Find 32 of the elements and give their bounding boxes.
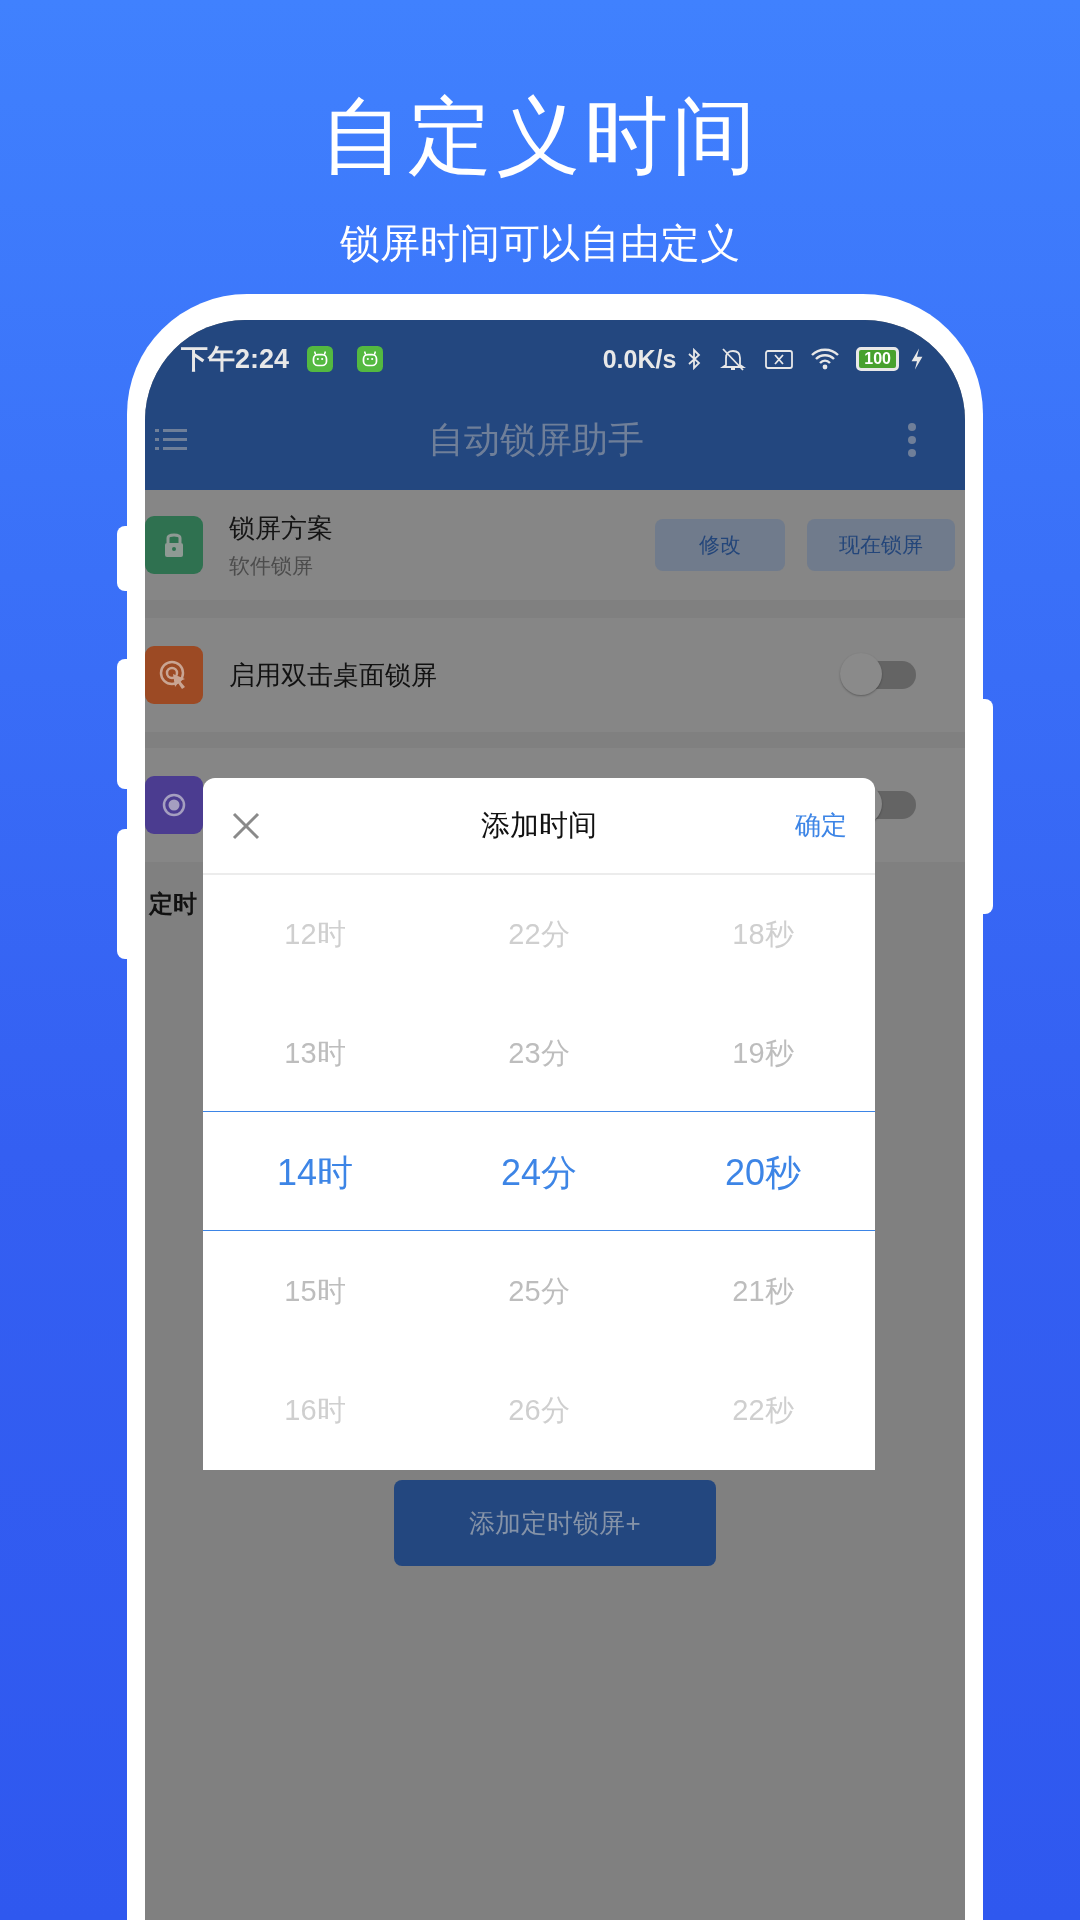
picker-option[interactable]: 14时 <box>276 1113 353 1232</box>
picker-option[interactable]: 21秒 <box>732 1232 794 1351</box>
close-icon[interactable] <box>231 810 261 841</box>
picker-option[interactable]: 23分 <box>508 994 570 1113</box>
picker-option[interactable]: 13时 <box>284 994 346 1113</box>
charging-bolt-icon <box>909 346 925 372</box>
status-time: 下午2:24 <box>181 343 290 376</box>
app-title: 自动锁屏助手 <box>428 417 644 462</box>
confirm-link[interactable]: 确定 <box>795 808 847 843</box>
scheme-button[interactable]: 现在锁屏 <box>807 519 955 571</box>
picker-option[interactable]: 20秒 <box>724 1113 801 1232</box>
battery-indicator: 100 <box>856 347 899 371</box>
add-timer-button[interactable]: 添加定时锁屏+ <box>394 1480 716 1566</box>
picker-option[interactable]: 25分 <box>508 1232 570 1351</box>
scheme-subtitle: 软件锁屏 <box>229 552 314 579</box>
lock-icon <box>145 516 203 574</box>
robot-icon <box>307 346 334 372</box>
wifi-icon <box>810 346 841 372</box>
more-options-icon[interactable] <box>907 422 917 458</box>
headline-title: 自定义时间 <box>320 88 760 184</box>
picker-option[interactable]: 24分 <box>500 1113 577 1232</box>
picker-option[interactable]: 15时 <box>284 1232 346 1351</box>
scheme-title: 锁屏方案 <box>229 511 333 545</box>
picker-option[interactable]: 19秒 <box>732 994 794 1113</box>
section-heading: 定时 <box>149 889 197 919</box>
setting-label: 启用双击桌面锁屏 <box>229 658 437 692</box>
dialog-title: 添加时间 <box>481 807 597 843</box>
scheme-button[interactable]: 修改 <box>655 519 785 571</box>
network-speed: 0.0K/s <box>602 344 677 374</box>
robot-icon <box>357 346 384 372</box>
headline-subtitle: 锁屏时间可以自由定义 <box>340 220 740 267</box>
bluetooth-icon <box>686 346 703 372</box>
